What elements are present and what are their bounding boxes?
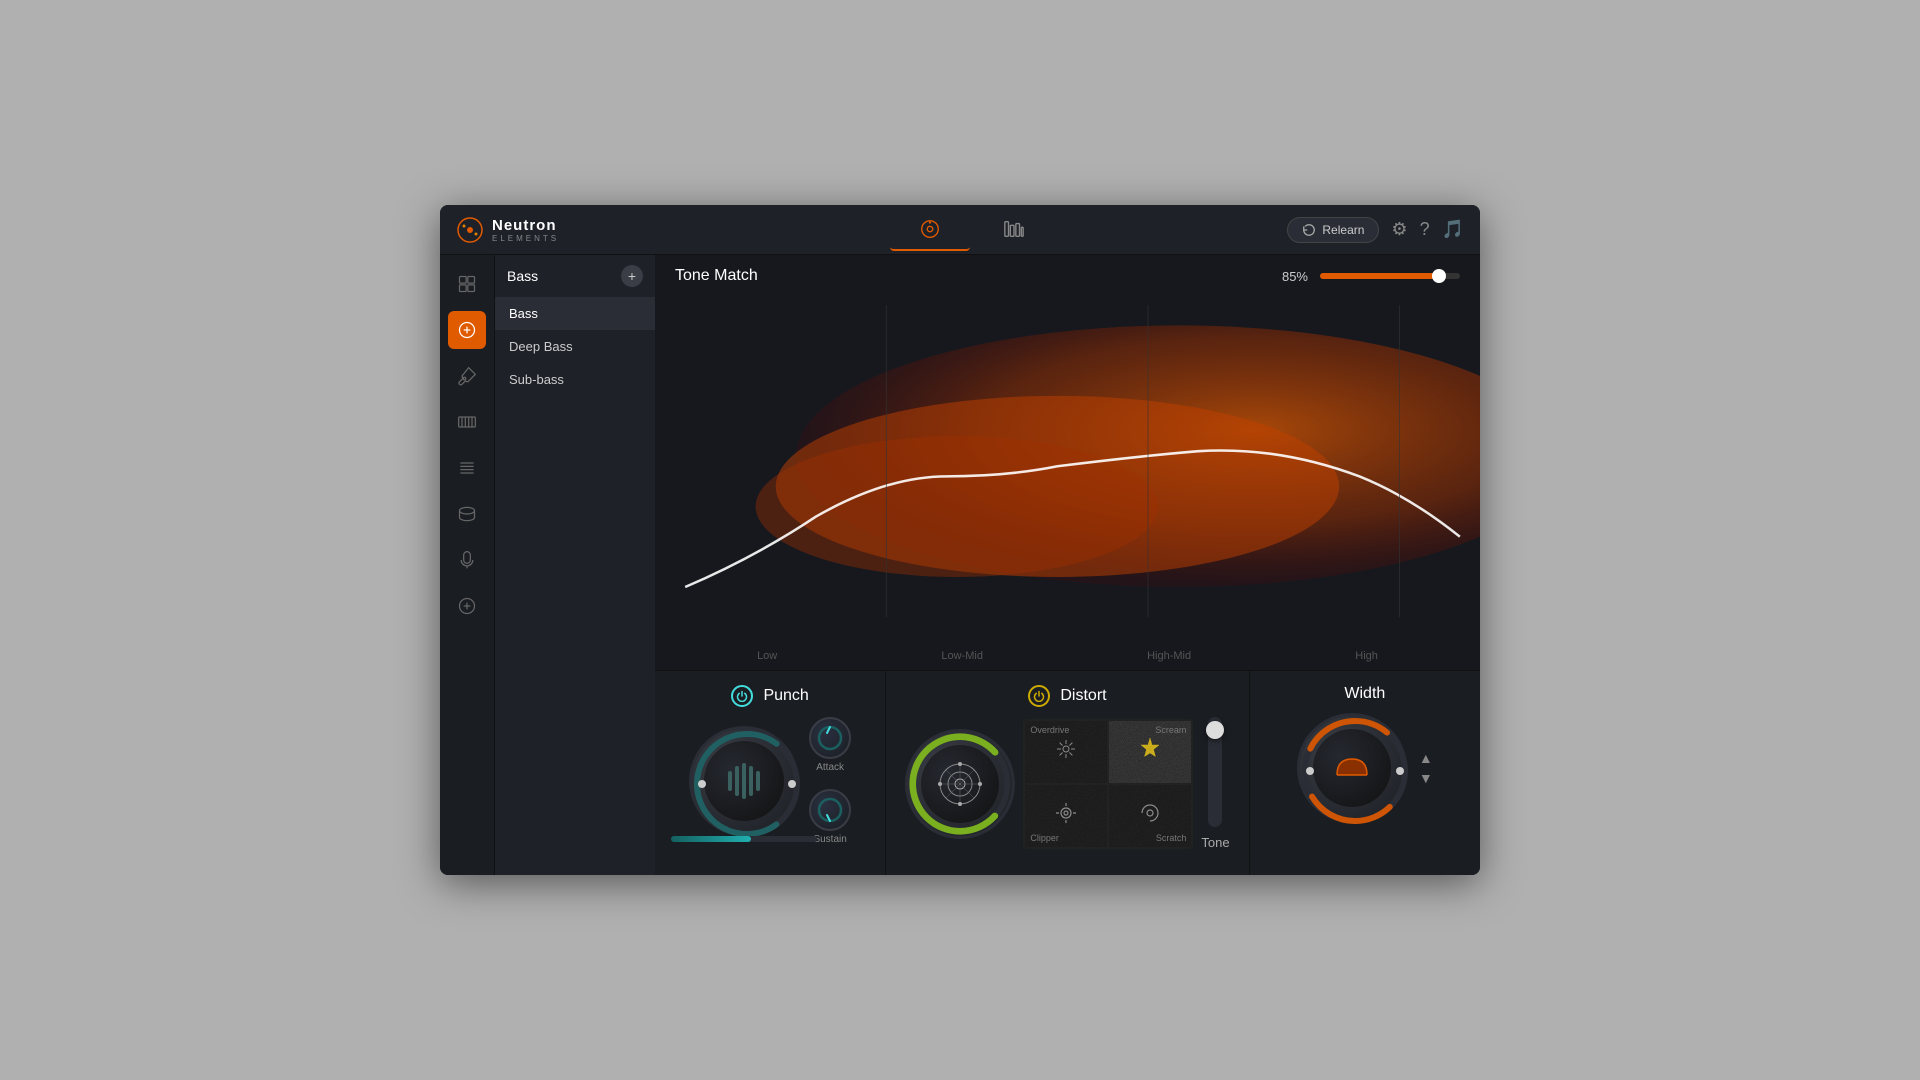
punch-module-header: Punch — [671, 685, 869, 707]
freq-label-low: Low — [757, 650, 777, 662]
main-content: Bass + Bass Deep Bass Sub-bass — [440, 255, 1480, 875]
header-actions: Relearn ⚙ ? 🎵 — [1287, 217, 1464, 243]
width-content: ▲ ▼ — [1297, 713, 1433, 823]
app-subtitle: ELEMENTS — [492, 234, 559, 243]
relearn-label: Relearn — [1322, 223, 1364, 237]
logo-area: Neutron ELEMENTS — [456, 216, 656, 244]
tab-mixer[interactable] — [974, 209, 1054, 251]
tone-slider-thumb[interactable] — [1432, 269, 1446, 283]
freq-label-low-mid: Low-Mid — [941, 650, 983, 662]
distort-knob-icon — [930, 754, 990, 814]
freq-label-high: High — [1355, 650, 1378, 662]
distort-grid: Overdrive — [1023, 719, 1193, 849]
tone-match-slider[interactable] — [1320, 273, 1460, 279]
punch-knob[interactable] — [689, 726, 799, 836]
punch-content: Attack Sustain — [671, 717, 869, 845]
bottom-modules: Punch — [655, 670, 1480, 875]
frequency-visualization — [655, 255, 1480, 627]
relearn-button[interactable]: Relearn — [1287, 217, 1379, 243]
sidebar-item-active[interactable] — [448, 311, 486, 349]
instrument-item-bass[interactable]: Bass — [495, 297, 655, 330]
instrument-panel: Bass + Bass Deep Bass Sub-bass — [495, 255, 655, 875]
sidebar-item-guitar[interactable] — [448, 357, 486, 395]
punch-knob-ring — [692, 729, 802, 839]
instrument-item-deep-bass[interactable]: Deep Bass — [495, 330, 655, 363]
tone-match-area: Tone Match 85% — [655, 255, 1480, 670]
sidebar-item-bass-icon[interactable] — [448, 265, 486, 303]
instrument-item-sub-bass[interactable]: Sub-bass — [495, 363, 655, 396]
sidebar-item-drums[interactable] — [448, 495, 486, 533]
punch-power-button[interactable] — [731, 685, 753, 707]
instrument-panel-header: Bass + — [495, 255, 655, 297]
sustain-knob[interactable] — [809, 789, 851, 831]
distort-knob[interactable] — [905, 729, 1015, 839]
width-module-title: Width — [1344, 685, 1385, 703]
attack-knob[interactable] — [809, 717, 851, 759]
distort-cell-clipper[interactable]: Clipper — [1024, 784, 1108, 848]
width-module: Width — [1250, 671, 1480, 875]
width-knob-arc — [1300, 716, 1410, 826]
instrument-panel-title: Bass — [507, 268, 538, 284]
logo-text: Neutron ELEMENTS — [492, 217, 559, 243]
width-down-button[interactable]: ▼ — [1419, 770, 1433, 786]
neutron-logo-icon — [456, 216, 484, 244]
tab-analyzer[interactable] — [890, 209, 970, 251]
sustain-knob-indicator — [816, 796, 844, 824]
sidebar-item-keys[interactable] — [448, 403, 486, 441]
distort-module: Distort — [886, 671, 1249, 875]
sustain-label: Sustain — [813, 834, 846, 845]
width-knob[interactable] — [1297, 713, 1407, 823]
distort-module-title: Distort — [1060, 687, 1106, 705]
scratch-label: Scratch — [1156, 833, 1187, 843]
punch-small-knobs: Attack Sustain — [809, 717, 851, 845]
attack-knob-indicator — [816, 724, 844, 752]
punch-module-title: Punch — [763, 687, 808, 705]
attack-knob-container: Attack — [809, 717, 851, 773]
sidebar-item-add[interactable] — [448, 587, 486, 625]
tone-match-title: Tone Match — [675, 267, 758, 285]
help-icon[interactable]: ? — [1420, 219, 1430, 240]
punch-slider-fill — [671, 836, 751, 842]
width-module-header: Width — [1266, 685, 1464, 703]
settings-icon[interactable]: ⚙ — [1391, 219, 1407, 240]
tone-slider-fill — [1320, 273, 1439, 279]
app-title: Neutron — [492, 217, 559, 234]
distort-power-button[interactable] — [1028, 685, 1050, 707]
distort-knob-inner — [921, 745, 999, 823]
punch-knob-container — [689, 726, 799, 836]
tone-slider-container: Tone — [1201, 717, 1229, 850]
width-up-button[interactable]: ▲ — [1419, 750, 1433, 766]
header: Neutron ELEMENTS — [440, 205, 1480, 255]
punch-module: Punch — [655, 671, 886, 875]
clipper-label: Clipper — [1030, 833, 1059, 843]
add-instrument-button[interactable]: + — [621, 265, 643, 287]
attack-label: Attack — [816, 762, 844, 773]
distort-cell-overdrive[interactable]: Overdrive — [1024, 720, 1108, 784]
midi-icon[interactable]: 🎵 — [1442, 219, 1464, 240]
tone-label: Tone — [1201, 835, 1229, 850]
sidebar — [440, 255, 495, 875]
tone-match-controls: 85% — [1282, 269, 1460, 284]
distort-cell-scream[interactable]: Scream — [1108, 720, 1192, 784]
instrument-list: Bass Deep Bass Sub-bass — [495, 297, 655, 396]
punch-horizontal-slider[interactable] — [671, 836, 817, 842]
width-chevrons: ▲ ▼ — [1419, 750, 1433, 786]
scream-label: Scream — [1155, 725, 1186, 735]
freq-labels: Low Low-Mid High-Mid High — [655, 650, 1480, 662]
tone-match-percentage: 85% — [1282, 269, 1308, 284]
distort-module-header: Distort — [902, 685, 1232, 707]
distort-cell-scratch[interactable]: Scratch — [1108, 784, 1192, 848]
distort-knob-container — [905, 729, 1015, 839]
tone-slider-thumb-v[interactable] — [1206, 721, 1224, 739]
right-panel: Tone Match 85% — [655, 255, 1480, 875]
overdrive-label: Overdrive — [1030, 725, 1069, 735]
sidebar-item-vocals[interactable] — [448, 541, 486, 579]
sidebar-item-strings[interactable] — [448, 449, 486, 487]
distort-content: Overdrive — [902, 717, 1232, 850]
header-tabs — [656, 209, 1287, 251]
freq-label-high-mid: High-Mid — [1147, 650, 1191, 662]
app-window: Neutron ELEMENTS — [440, 205, 1480, 875]
tone-vertical-slider[interactable] — [1208, 717, 1222, 827]
tone-match-header: Tone Match 85% — [655, 255, 1480, 297]
